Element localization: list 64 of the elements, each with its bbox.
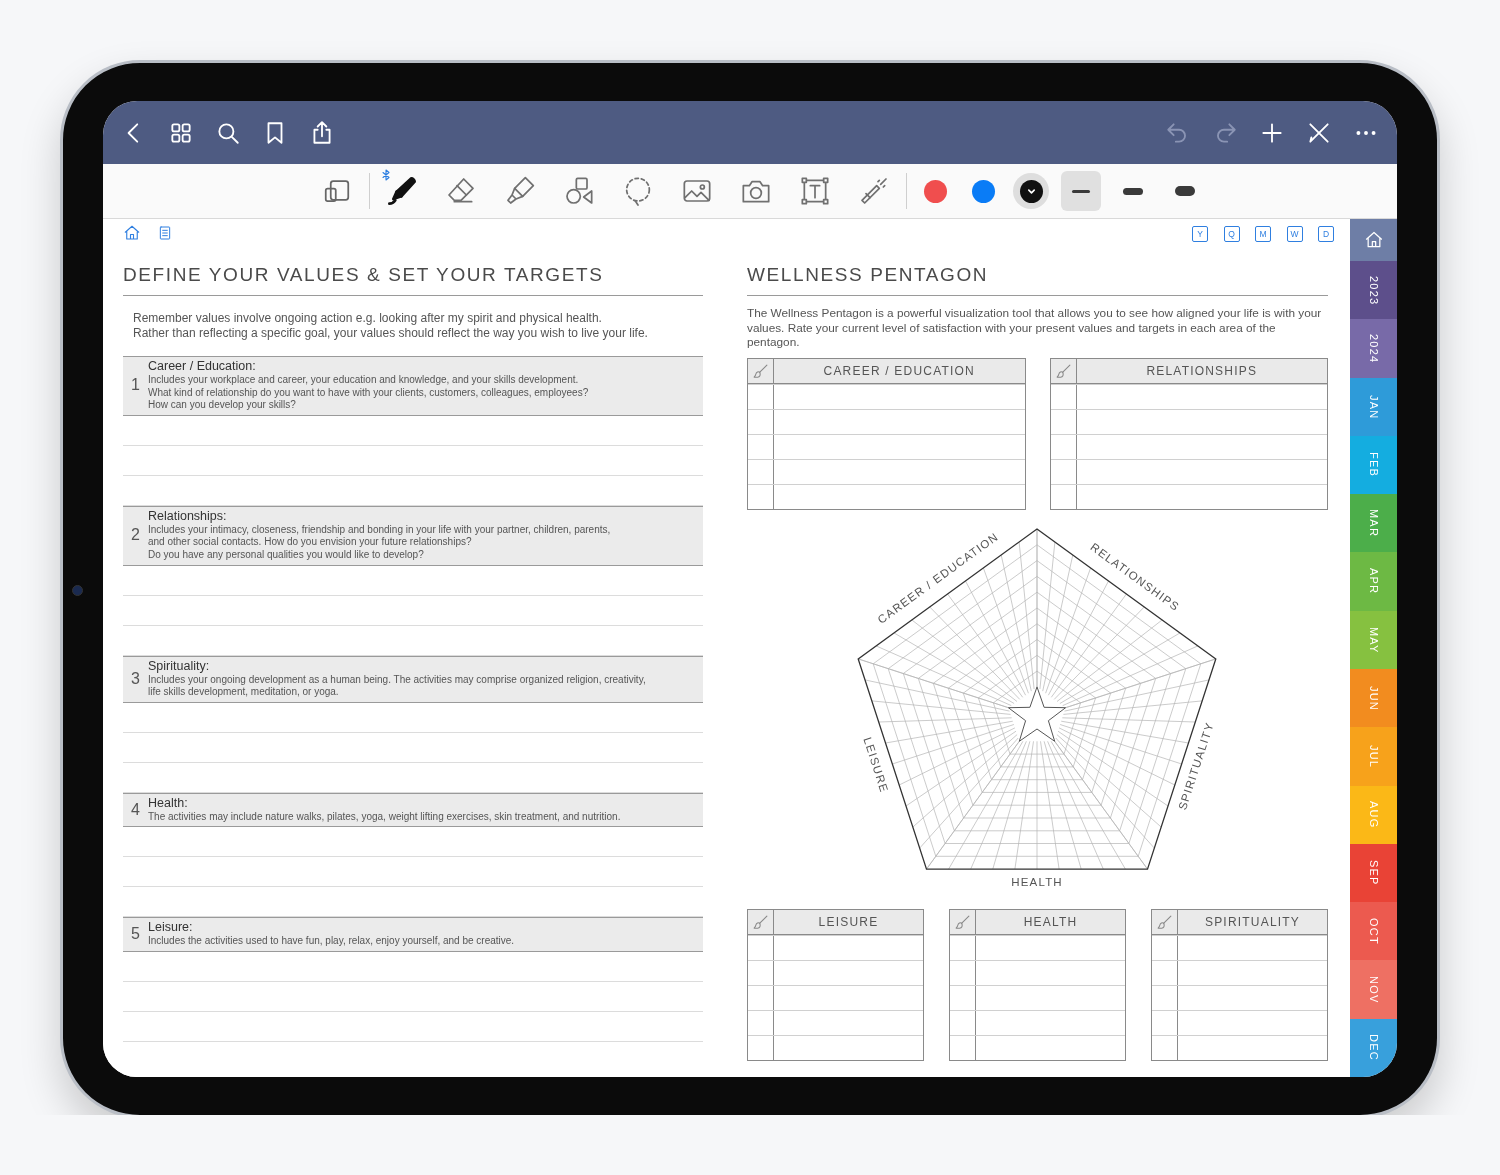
section-number: 4: [131, 800, 140, 819]
table-heading: RELATIONSHIPS: [1145, 363, 1259, 380]
section-heading: Leisure:: [148, 920, 194, 936]
table-heading: HEALTH: [1022, 914, 1079, 931]
pen-icon[interactable]: [386, 175, 418, 207]
table-heading: SPIRITUALITY: [1203, 914, 1302, 931]
section-heading: Relationships:: [148, 508, 228, 524]
month-tab[interactable]: JUN: [1350, 668, 1397, 728]
section-number: 2: [131, 526, 140, 545]
table-heading: CAREER / EDUCATION: [822, 363, 976, 380]
month-tab[interactable]: FEB: [1350, 435, 1397, 495]
month-tab[interactable]: SEP: [1350, 843, 1397, 903]
section-description: Includes your intimacy, closeness, friendship and bonding in your life with your partner, children, parents, and other social contacts. How do you envision your future relationships? Do you have any personal qualities you would like to develop?: [148, 523, 611, 562]
axis-label: HEALTH: [1011, 876, 1063, 888]
paintbrush-icon: [752, 362, 769, 380]
paintbrush-icon: [1156, 913, 1173, 931]
stroke-width-button[interactable]: [1061, 171, 1101, 211]
section-heading: Career / Education:: [148, 359, 257, 374]
calendar-link[interactable]: Y: [1192, 226, 1208, 242]
paintbrush-icon: [752, 913, 769, 931]
section-heading: Health:: [148, 795, 189, 811]
month-tab[interactable]: DEC: [1350, 1018, 1397, 1077]
text-box-icon[interactable]: [799, 175, 831, 207]
camera-dot: [72, 585, 83, 596]
month-tab[interactable]: AUG: [1350, 785, 1397, 844]
month-tab[interactable]: 2023: [1350, 261, 1397, 320]
calendar-link[interactable]: W: [1286, 226, 1303, 242]
section-title: DEFINE YOUR VALUES & SET YOUR TARGETS: [123, 247, 703, 296]
section-number: 1: [131, 376, 140, 395]
line-thickness-icon: [1175, 186, 1195, 196]
month-tab[interactable]: MAR: [1350, 494, 1397, 553]
section-description: Includes the activities used to have fun, play, relax, enjoy yourself, and be creative.: [148, 935, 515, 948]
calendar-link[interactable]: D: [1318, 226, 1334, 242]
month-tab[interactable]: NOV: [1350, 960, 1397, 1019]
intro-text: Remember values involve ongoing action e.g. looking after my spirit and physical health. Rather than reflecting a specific goal, your values should reflect the way you wish to live your life.: [132, 310, 649, 342]
line-thickness-icon: [1123, 187, 1143, 195]
section-description: Includes your workplace and career, your education and knowledge, and your skills development. What kind of relationship do you want to have with your clients, customers, colleagues, employees? How can you develop your skills?: [148, 374, 589, 412]
calendar-link[interactable]: M: [1255, 226, 1271, 242]
section-number: 5: [131, 925, 140, 944]
highlighter-icon[interactable]: [504, 175, 536, 207]
month-tab[interactable]: APR: [1350, 552, 1397, 611]
month-tab[interactable]: 2024: [1350, 319, 1397, 378]
month-tab[interactable]: JAN: [1350, 377, 1397, 436]
section-description: The activities may include nature walks, pilates, yoga, weight lifting exercises, skin treatment, and nutrition.: [148, 810, 621, 824]
laser-pointer-icon[interactable]: [858, 175, 890, 207]
line-thickness-icon: [1072, 189, 1090, 193]
paintbrush-icon: [954, 913, 971, 931]
paintbrush-icon: [1054, 362, 1072, 380]
color-swatch-button[interactable]: [1013, 173, 1049, 209]
notes-icon[interactable]: [157, 225, 173, 241]
month-tab[interactable]: JUL: [1350, 727, 1397, 786]
section-description: Includes your ongoing development as a human being. The activities may comprise organized religion, creativity, life skills development, meditation, or yoga.: [148, 673, 646, 699]
section-title: WELLNESS PENTAGON: [747, 247, 1328, 296]
month-tab[interactable]: MAY: [1350, 610, 1397, 669]
calendar-link[interactable]: Q: [1223, 226, 1240, 242]
section-number: 3: [131, 669, 140, 688]
table-heading: LEISURE: [817, 914, 880, 931]
section-heading: Spirituality:: [148, 658, 211, 674]
description-text: The Wellness Pentagon is a powerful visualization tool that allows you to see how aligned your life is with your values. Rate your current level of satisfaction with your present values and targets in each area of the pentagon.: [747, 306, 1323, 350]
chevron-down-icon: [1026, 186, 1036, 196]
home-icon[interactable]: [1363, 230, 1384, 250]
shapes-icon[interactable]: [563, 175, 595, 207]
home-icon[interactable]: [123, 224, 141, 242]
month-tab[interactable]: OCT: [1350, 902, 1397, 961]
